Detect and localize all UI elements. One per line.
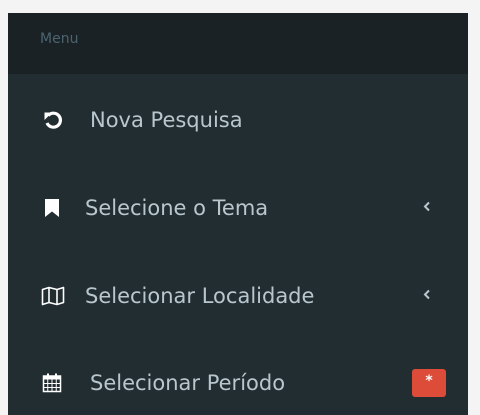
- map-icon: [41, 286, 65, 306]
- menu-item-label: Nova Pesquisa: [90, 108, 243, 132]
- menu-item-label: Selecionar Localidade: [85, 284, 315, 308]
- bookmark-icon: [44, 198, 60, 218]
- menu-item-label: Selecione o Tema: [85, 196, 269, 220]
- menu-item-selecionar-periodo[interactable]: Selecionar Período *: [8, 353, 468, 413]
- refresh-icon: [43, 110, 63, 130]
- menu-item-label: Selecionar Período: [90, 371, 286, 395]
- menu-item-selecione-tema[interactable]: Selecione o Tema: [8, 178, 468, 238]
- menu-header: Menu: [8, 13, 468, 74]
- chevron-left-icon[interactable]: [422, 199, 432, 218]
- calendar-icon: [42, 373, 62, 393]
- menu-item-selecionar-localidade[interactable]: Selecionar Localidade: [8, 266, 468, 326]
- menu-item-nova-pesquisa[interactable]: Nova Pesquisa: [8, 90, 468, 150]
- required-badge: *: [412, 369, 446, 397]
- chevron-left-icon[interactable]: [422, 287, 432, 306]
- sidebar: Menu Nova Pesquisa Selecione o Tema Sele…: [8, 13, 468, 415]
